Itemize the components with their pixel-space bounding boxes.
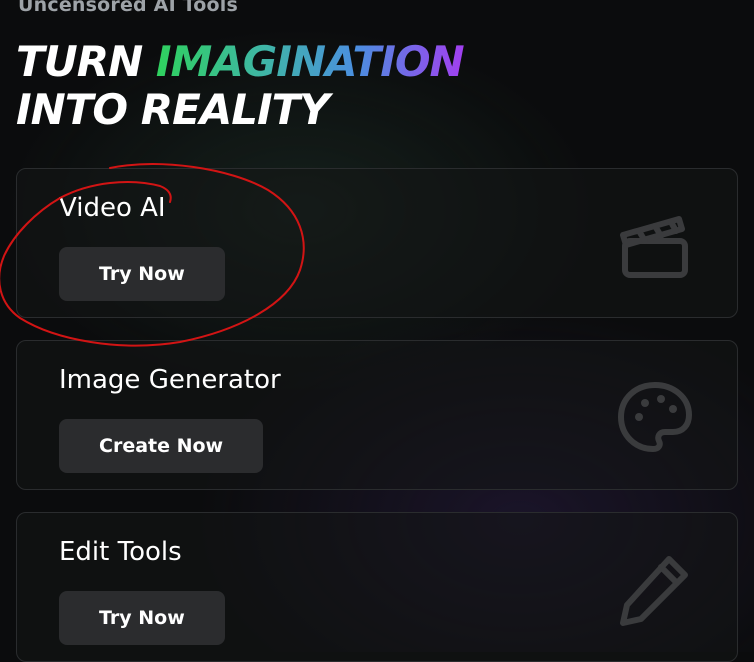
clapperboard-icon (615, 205, 695, 285)
headline-highlight: IMAGINATION (155, 37, 465, 86)
section-eyebrow: Uncensored AI Tools (18, 0, 239, 16)
card-title: Edit Tools (59, 537, 182, 567)
hero-headline: TURN IMAGINATION INTO REALITY (16, 37, 465, 134)
pencil-icon (615, 549, 695, 629)
headline-part-1: TURN (16, 37, 156, 86)
tool-card-image-generator: Image Generator Create Now (16, 340, 738, 490)
tool-card-video-ai: Video AI Try Now (16, 168, 738, 318)
create-now-button[interactable]: Create Now (59, 419, 264, 473)
try-now-button[interactable]: Try Now (59, 247, 225, 301)
headline-line-2: INTO REALITY (16, 85, 330, 134)
tool-card-edit-tools: Edit Tools Try Now (16, 512, 738, 662)
card-title: Image Generator (59, 365, 281, 395)
headline-line-1: TURN IMAGINATION (16, 37, 465, 86)
try-now-button[interactable]: Try Now (59, 591, 225, 645)
palette-icon (615, 377, 695, 457)
card-title: Video AI (59, 193, 166, 223)
